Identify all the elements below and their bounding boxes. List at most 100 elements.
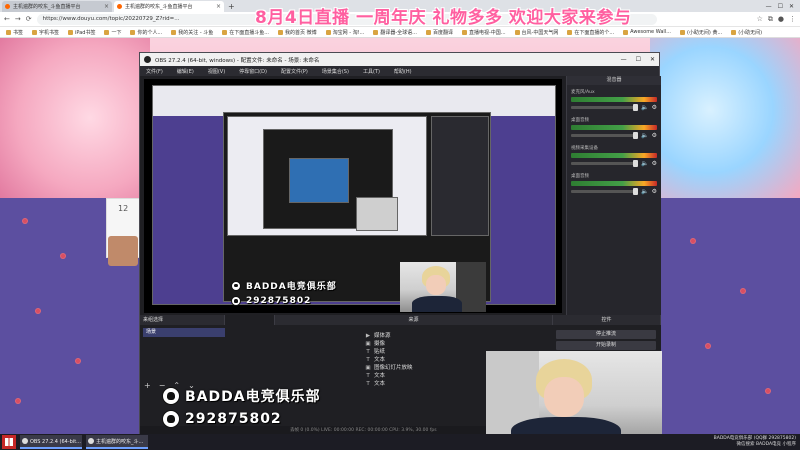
reload-icon[interactable]: ⟳: [26, 15, 32, 23]
bookmark-item[interactable]: 书签: [6, 29, 23, 36]
source-label: 文本: [374, 373, 386, 379]
douyu-favicon-icon: [117, 4, 122, 9]
bookmark-item[interactable]: 一下: [104, 29, 121, 36]
obs-menu-item[interactable]: 配置文件(P): [281, 68, 308, 75]
nested-browser-capture: [152, 85, 556, 305]
decoration-dot: [690, 238, 696, 244]
bookmark-item[interactable]: Awesome Wall...: [623, 29, 671, 35]
close-tab-icon[interactable]: ×: [104, 3, 109, 10]
bookmark-item[interactable]: 你的个人...: [130, 29, 162, 36]
maximize-icon[interactable]: ☐: [636, 56, 641, 63]
close-tab-icon[interactable]: ×: [216, 3, 221, 10]
obs-menu-item[interactable]: 场景集合(S): [322, 68, 349, 75]
minimize-icon[interactable]: —: [766, 1, 772, 12]
volume-slider-handle[interactable]: [633, 104, 639, 111]
bookmark-item[interactable]: 直播电视-中国...: [462, 29, 506, 36]
bookmark-item[interactable]: (小助无间) 黄...: [680, 29, 722, 36]
new-tab-button[interactable]: +: [228, 1, 235, 12]
bookmark-item[interactable]: 百度翻译: [426, 29, 453, 36]
mixer-header: 混音器: [567, 76, 661, 85]
back-icon[interactable]: ←: [4, 15, 10, 23]
nested-preview-level-4: [289, 158, 349, 203]
taskbar-item-obs[interactable]: OBS 27.2.4 (64-bit...: [20, 435, 82, 449]
bookmark-item[interactable]: 翻译器-全球语...: [373, 29, 417, 36]
mixer-channel-name: 桌面音频: [571, 174, 589, 179]
obs-window-controls: — ☐ ✕: [621, 56, 655, 63]
mixer-channel: 桌面音频 🔈 ⚙: [567, 113, 661, 141]
browser-toolbar-icons: ☆ ⧉ ● ⋮: [757, 15, 796, 24]
bookmark-item[interactable]: 在下面直播斗鱼...: [222, 29, 269, 36]
obs-menu-item[interactable]: 编辑(E): [177, 68, 194, 75]
speaker-icon[interactable]: 🔈: [641, 188, 648, 195]
forward-icon[interactable]: →: [15, 15, 21, 23]
volume-slider-handle[interactable]: [633, 160, 639, 167]
team-logo-icon: [162, 387, 180, 405]
volume-slider[interactable]: [571, 160, 639, 167]
obs-menu-bar: 文件(F) 编辑(E) 视图(V) 停靠窗口(D) 配置文件(P) 场景集合(S) 工具(T…: [140, 66, 659, 76]
gear-icon[interactable]: ⚙: [652, 160, 657, 167]
browser-tab[interactable]: 主机遍群的咬东_斗鱼直播平台 ×: [2, 1, 112, 12]
gear-icon[interactable]: ⚙: [652, 132, 657, 139]
source-list-item[interactable]: T 贴纸: [365, 348, 413, 356]
speaker-icon[interactable]: 🔈: [641, 132, 648, 139]
avatar[interactable]: [108, 236, 138, 266]
start-menu-icon[interactable]: [2, 435, 16, 449]
profile-icon[interactable]: ●: [778, 15, 784, 24]
scene-list-item[interactable]: 场景: [143, 328, 225, 337]
tray-line-2: 微信搜索 BADDA电竞 小程序: [736, 442, 796, 447]
source-label: 媒体源: [374, 333, 391, 339]
gear-icon[interactable]: ⚙: [652, 104, 657, 111]
extensions-icon[interactable]: ⧉: [768, 15, 773, 24]
volume-slider-handle[interactable]: [633, 188, 639, 195]
bookmark-item[interactable]: (小助无间): [731, 29, 762, 36]
add-scene-button[interactable]: +: [144, 381, 151, 390]
obs-menu-item[interactable]: 视图(V): [208, 68, 225, 75]
sources-dock-header: 来源: [275, 315, 553, 325]
start-recording-button[interactable]: 开始录制: [556, 341, 656, 350]
bookmark-item[interactable]: 我的首页 微博: [278, 29, 317, 36]
menu-icon[interactable]: ⋮: [789, 15, 796, 24]
close-window-icon[interactable]: ✕: [650, 56, 655, 63]
bookmark-item[interactable]: 台风-中国天气网: [515, 29, 559, 36]
maximize-icon[interactable]: ☐: [778, 1, 783, 12]
obs-menu-item[interactable]: 文件(F): [146, 68, 163, 75]
source-label: 贴纸: [374, 349, 386, 355]
source-list-item[interactable]: ▣ 摄像: [365, 340, 413, 348]
close-window-icon[interactable]: ✕: [789, 1, 794, 12]
source-list-item[interactable]: ▣ 图像幻灯片放映: [365, 364, 413, 372]
obs-menu-item[interactable]: 停靠窗口(D): [239, 68, 267, 75]
decoration-dot: [22, 218, 28, 224]
taskbar-item-browser[interactable]: 主机遍群的咬东_斗...: [86, 435, 148, 449]
obs-menu-item[interactable]: 帮助(H): [394, 68, 412, 75]
decoration-dot: [35, 308, 41, 314]
source-list-item[interactable]: T 文本: [365, 380, 413, 388]
speaker-icon[interactable]: 🔈: [641, 160, 648, 167]
qq-icon: [231, 296, 241, 306]
source-list-item[interactable]: T 文本: [365, 372, 413, 380]
source-label: 图像幻灯片放映: [374, 365, 413, 371]
preview-webcam: [400, 262, 486, 312]
bookmark-item[interactable]: 淘宝网 - 淘!...: [326, 29, 365, 36]
bookmark-item[interactable]: iPad书签: [68, 29, 95, 36]
mixer-channel-name: 桌面音频: [571, 118, 589, 123]
volume-slider[interactable]: [571, 104, 639, 111]
source-list-item[interactable]: ▶ 媒体源: [365, 332, 413, 340]
side-count: 12: [118, 204, 129, 213]
speaker-icon[interactable]: 🔈: [641, 104, 648, 111]
obs-menu-item[interactable]: 工具(T): [363, 68, 380, 75]
source-list-item[interactable]: T 文本: [365, 356, 413, 364]
volume-slider-handle[interactable]: [633, 132, 639, 139]
volume-slider[interactable]: [571, 132, 639, 139]
decoration-dot: [75, 358, 81, 364]
volume-slider[interactable]: [571, 188, 639, 195]
stop-streaming-button[interactable]: 停止推流: [556, 330, 656, 339]
browser-tab-active[interactable]: 主机遍群的咬东_斗鱼直播平台 ×: [114, 1, 224, 12]
bookmark-item[interactable]: 宇机书签: [32, 29, 59, 36]
star-icon[interactable]: ☆: [757, 15, 763, 24]
gear-icon[interactable]: ⚙: [652, 188, 657, 195]
scenes-dock-header[interactable]: 来组选择: [140, 315, 225, 325]
bookmark-item[interactable]: 我的关注 - 斗鱼: [171, 29, 213, 36]
minimize-icon[interactable]: —: [621, 56, 627, 63]
bookmark-item[interactable]: 在下面直播的个...: [567, 29, 614, 36]
obs-preview[interactable]: BADDA电竞俱乐部 292875802: [144, 79, 562, 313]
